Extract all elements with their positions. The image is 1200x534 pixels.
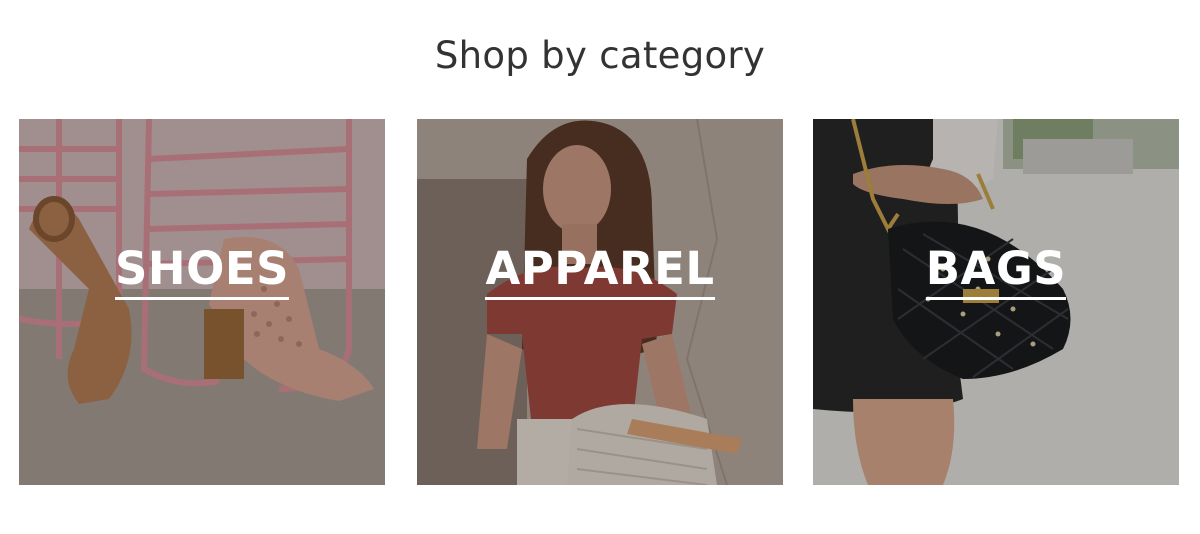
category-tile-apparel[interactable]: APPAREL xyxy=(417,119,783,485)
image-overlay xyxy=(417,119,783,485)
category-tile-bags[interactable]: BAGS xyxy=(813,119,1179,485)
section-title: Shop by category xyxy=(434,34,766,77)
category-label-apparel: APPAREL xyxy=(485,241,715,300)
category-label-shoes: SHOES xyxy=(115,241,289,300)
image-overlay xyxy=(813,119,1179,485)
category-label-bags: BAGS xyxy=(925,241,1067,300)
category-tile-shoes[interactable]: SHOES xyxy=(19,119,385,485)
image-overlay xyxy=(19,119,385,485)
